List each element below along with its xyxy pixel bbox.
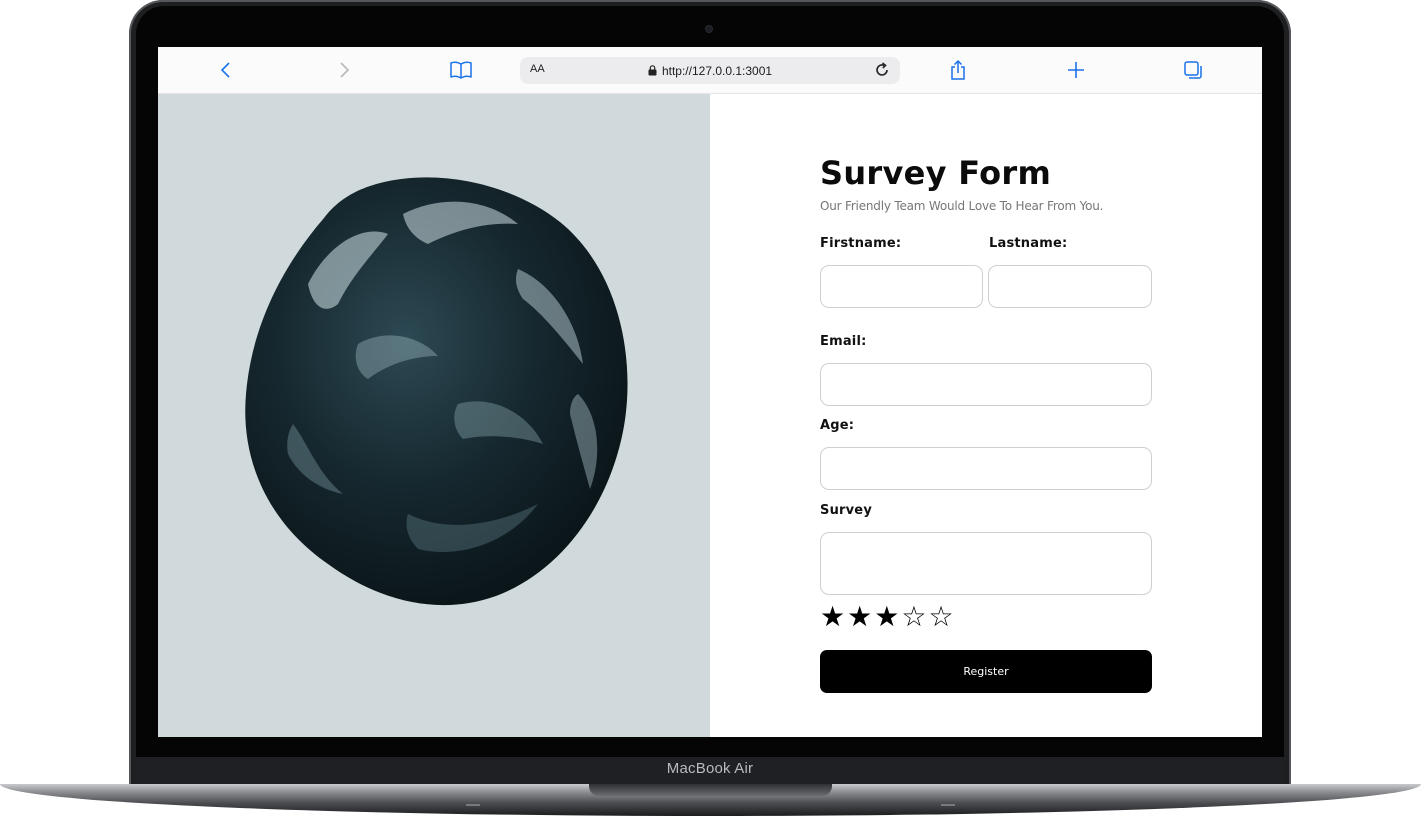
form-title: Survey Form [820, 154, 1052, 192]
bookmarks-button[interactable] [448, 55, 474, 85]
star-icon[interactable]: ☆ [928, 602, 953, 632]
lastname-label: Lastname: [989, 236, 1068, 251]
back-button[interactable] [216, 55, 236, 85]
tabs-overview-button[interactable] [1182, 55, 1204, 85]
browser-toolbar: AA http://127.0.0.1:3001 [158, 47, 1262, 94]
address-bar[interactable]: AA http://127.0.0.1:3001 [520, 57, 900, 84]
survey-textarea[interactable] [820, 532, 1152, 595]
reload-icon[interactable] [872, 60, 892, 80]
back-icon [220, 62, 230, 78]
lock-icon [648, 65, 657, 76]
star-icon[interactable]: ★ [847, 602, 872, 632]
star-icon[interactable]: ★ [820, 602, 845, 632]
register-button[interactable]: Register [820, 650, 1152, 693]
share-icon [951, 59, 965, 80]
email-label: Email: [820, 334, 867, 349]
laptop-foot [941, 804, 955, 806]
laptop-foot [466, 804, 480, 806]
survey-form: Survey Form Our Friendly Team Would Love… [710, 94, 1262, 737]
tabs-icon [1184, 61, 1202, 79]
laptop-hinge-notch [589, 784, 832, 796]
firstname-label: Firstname: [820, 236, 902, 251]
star-icon[interactable]: ★ [874, 602, 899, 632]
liquid-blob-image [245, 177, 628, 606]
device-label: MacBook Air [666, 760, 754, 777]
age-input[interactable] [820, 447, 1152, 490]
age-label: Age: [820, 418, 855, 433]
bookmarks-icon [450, 61, 472, 79]
share-button[interactable] [948, 55, 968, 85]
hero-image-panel [158, 94, 710, 737]
url-text: http://127.0.0.1:3001 [661, 63, 773, 78]
screen: AA http://127.0.0.1:3001 Survey Form Our… [158, 47, 1262, 737]
form-subtitle: Our Friendly Team Would Love To Hear Fro… [820, 199, 1104, 213]
forward-icon [340, 62, 350, 78]
email-input[interactable] [820, 363, 1152, 406]
firstname-input[interactable] [820, 265, 983, 308]
star-icon[interactable]: ☆ [901, 602, 926, 632]
camera-icon [706, 26, 712, 32]
survey-label: Survey [820, 503, 872, 518]
lastname-input[interactable] [988, 265, 1152, 308]
forward-button[interactable] [334, 55, 354, 85]
new-tab-icon [1068, 62, 1084, 78]
new-tab-button[interactable] [1066, 55, 1086, 85]
rating-stars[interactable]: ★ ★ ★ ☆ ☆ [820, 602, 954, 632]
